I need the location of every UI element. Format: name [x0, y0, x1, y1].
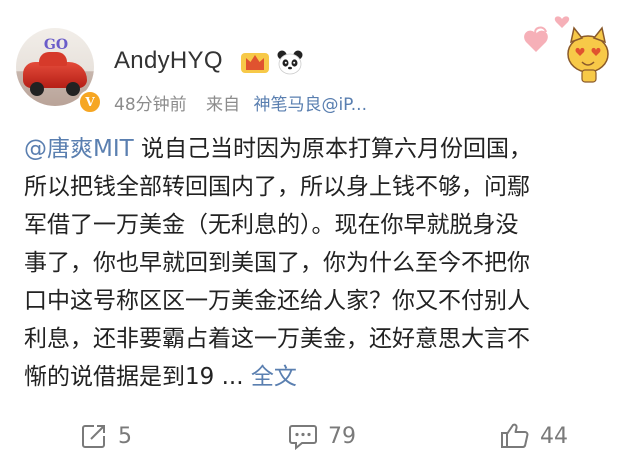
action-bar: 5 79 44 [0, 412, 640, 460]
text-line: 口中这号称区区一万美金还给人家？你又不付别人 [24, 288, 530, 314]
repost-icon [82, 425, 105, 448]
like-button[interactable]: 44 [500, 412, 568, 460]
text-line: 事了，你也早就回到美国了，你为什么至今不把你 [24, 250, 530, 276]
full-text-link[interactable]: 全文 [244, 364, 297, 390]
crown-icon[interactable] [240, 48, 270, 74]
weibo-post-card: GO V AndyHYQ 48分钟前 来自 神笔马良@iP... @唐爽MIT … [0, 0, 640, 466]
post-time[interactable]: 48分钟前 [114, 95, 187, 115]
username[interactable]: AndyHYQ [114, 47, 223, 75]
verified-badge: V [78, 90, 102, 114]
text-line: 惭的说借据是到19 ... 全文 [24, 358, 620, 396]
car-wheel [30, 82, 44, 96]
heart-cat-sticker [524, 16, 609, 83]
panda-icon[interactable] [276, 48, 304, 76]
repost-button[interactable]: 5 [80, 412, 132, 460]
source-link[interactable]: 神笔马良@iP... [253, 95, 367, 115]
source-prefix: 来自 [206, 95, 241, 115]
avatar[interactable]: GO V [16, 28, 102, 114]
text-segment: 惭的说借据是到19 ... [24, 364, 244, 390]
text-segment: 说自己当时因为原本打算六月份回国， [133, 136, 532, 162]
like-icon [501, 423, 529, 448]
repost-count: 5 [118, 423, 132, 449]
mention-link[interactable]: @唐爽MIT [24, 136, 134, 162]
text-line: 利息，还非要霸占着这一万美金，还好意思大言不 [24, 326, 530, 352]
post-meta: 48分钟前 来自 神笔马良@iP... [114, 90, 367, 115]
text-line: 所以把钱全部转回国内了，所以身上钱不够，问鄢 [24, 174, 530, 200]
post-text: @唐爽MIT 说自己当时因为原本打算六月份回国， 所以把钱全部转回国内了，所以身… [24, 130, 620, 396]
comment-count: 79 [328, 423, 356, 449]
comment-icon [289, 425, 317, 450]
comment-button[interactable]: 79 [288, 412, 356, 460]
text-line: 军借了一万美金（无利息的）。现在你早就脱身没 [24, 212, 519, 238]
text-line: @唐爽MIT 说自己当时因为原本打算六月份回国， [24, 130, 620, 168]
car-wheel [66, 82, 80, 96]
like-count: 44 [540, 423, 568, 449]
